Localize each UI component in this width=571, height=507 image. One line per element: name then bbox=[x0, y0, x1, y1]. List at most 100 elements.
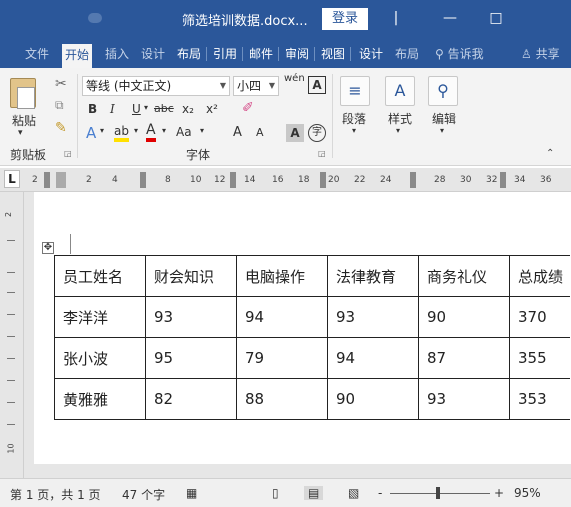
tab-insert[interactable]: 插入 bbox=[102, 43, 132, 65]
bold-button[interactable]: B bbox=[88, 102, 97, 116]
table-header-cell[interactable]: 法律教育 bbox=[327, 255, 419, 297]
tab-view[interactable]: 视图 bbox=[318, 43, 352, 65]
table-cell[interactable]: 370 bbox=[509, 296, 570, 338]
enclose-char-button[interactable]: 字 bbox=[308, 124, 326, 142]
table-header-cell[interactable]: 电脑操作 bbox=[236, 255, 328, 297]
table-cell[interactable]: 353 bbox=[509, 378, 570, 420]
table-header-cell[interactable]: 总成绩 bbox=[509, 255, 570, 297]
paragraph-icon[interactable]: ≡ bbox=[340, 76, 370, 106]
table-cell[interactable]: 82 bbox=[145, 378, 237, 420]
collapse-ribbon-icon[interactable]: ⌃ bbox=[546, 148, 554, 159]
table-cell[interactable]: 黄雅雅 bbox=[54, 378, 146, 420]
table-cell[interactable]: 93 bbox=[418, 378, 510, 420]
login-button[interactable]: 登录 bbox=[322, 8, 368, 30]
change-case-button[interactable]: Aa bbox=[176, 125, 192, 139]
table-cell[interactable]: 93 bbox=[145, 296, 237, 338]
paragraph-dropdown-icon[interactable]: ▾ bbox=[352, 126, 356, 135]
indent-marker[interactable] bbox=[56, 172, 66, 188]
font-name-select[interactable]: 等线 (中文正文) ▼ bbox=[82, 76, 230, 96]
italic-button[interactable]: I bbox=[110, 102, 115, 116]
font-size-select[interactable]: 小四 ▼ bbox=[233, 76, 279, 96]
document-area[interactable]: ✥ 员工姓名 财会知识 电脑操作 法律教育 商务礼仪 总成绩 李洋洋 93 94… bbox=[24, 192, 571, 478]
copy-icon[interactable]: ⧉ bbox=[55, 98, 64, 113]
tab-table-design[interactable]: 设计 bbox=[356, 43, 386, 65]
minimize-button[interactable]: — bbox=[440, 8, 460, 28]
superscript-button[interactable]: x² bbox=[206, 102, 218, 116]
web-layout-icon[interactable]: ▧ bbox=[348, 486, 359, 500]
shrink-font-button[interactable]: A bbox=[256, 126, 264, 139]
table-header-cell[interactable]: 员工姓名 bbox=[54, 255, 146, 297]
table-header-cell[interactable]: 商务礼仪 bbox=[418, 255, 510, 297]
styles-button-label[interactable]: 样式 bbox=[388, 110, 412, 127]
strikethrough-button[interactable]: abc bbox=[154, 102, 174, 115]
paste-dropdown-icon[interactable]: ▾ bbox=[18, 128, 23, 138]
table-cell[interactable]: 87 bbox=[418, 337, 510, 379]
tab-table-layout[interactable]: 布局 bbox=[392, 43, 422, 65]
format-painter-icon[interactable]: ✎ bbox=[55, 120, 67, 136]
table-cell[interactable]: 95 bbox=[145, 337, 237, 379]
editing-dropdown-icon[interactable]: ▾ bbox=[440, 126, 444, 135]
table-cell[interactable]: 张小波 bbox=[54, 337, 146, 379]
table-cell[interactable]: 79 bbox=[236, 337, 328, 379]
zoom-out-button[interactable]: - bbox=[378, 486, 382, 500]
highlight-dropdown-icon[interactable]: ▾ bbox=[134, 126, 138, 135]
page-count[interactable]: 第 1 页，共 1 页 bbox=[10, 486, 101, 503]
table-cell[interactable]: 94 bbox=[236, 296, 328, 338]
table-cell[interactable]: 李洋洋 bbox=[54, 296, 146, 338]
text-effects-button[interactable]: A bbox=[86, 124, 96, 142]
find-icon[interactable]: ⚲ bbox=[428, 76, 458, 106]
underline-button[interactable]: U bbox=[132, 102, 141, 116]
zoom-in-button[interactable]: + bbox=[494, 486, 504, 500]
zoom-level[interactable]: 95% bbox=[514, 486, 541, 500]
change-case-dropdown-icon[interactable]: ▾ bbox=[200, 126, 204, 135]
tab-layout[interactable]: 布局 bbox=[174, 43, 208, 65]
data-table[interactable]: 员工姓名 财会知识 电脑操作 法律教育 商务礼仪 总成绩 李洋洋 93 94 9… bbox=[54, 255, 570, 420]
tab-file[interactable]: 文件 bbox=[22, 43, 52, 65]
proofing-icon[interactable]: ▦ bbox=[186, 486, 197, 500]
word-count[interactable]: 47 个字 bbox=[122, 486, 165, 503]
tab-mailings[interactable]: 邮件 bbox=[246, 43, 280, 65]
maximize-button[interactable]: □ bbox=[486, 8, 506, 28]
tab-home[interactable]: 开始 bbox=[62, 44, 93, 68]
editing-button-label[interactable]: 编辑 bbox=[432, 110, 456, 127]
table-cell[interactable]: 93 bbox=[327, 296, 419, 338]
font-launcher-icon[interactable]: ◲ bbox=[318, 149, 326, 158]
quick-access-icon[interactable] bbox=[88, 13, 102, 23]
phonetic-guide-button[interactable]: wén bbox=[284, 73, 305, 84]
ruler-margin-marker[interactable] bbox=[44, 172, 50, 188]
font-color-button[interactable]: A bbox=[146, 122, 156, 142]
font-color-dropdown-icon[interactable]: ▾ bbox=[162, 126, 166, 135]
subscript-button[interactable]: x₂ bbox=[182, 102, 194, 116]
share-button[interactable]: ♙ 共享 bbox=[518, 43, 563, 65]
paste-button-label[interactable]: 粘贴 bbox=[12, 112, 36, 129]
column-marker[interactable] bbox=[320, 172, 326, 188]
clipboard-launcher-icon[interactable]: ◲ bbox=[64, 149, 72, 158]
styles-dropdown-icon[interactable]: ▾ bbox=[396, 126, 400, 135]
table-cell[interactable]: 94 bbox=[327, 337, 419, 379]
zoom-slider-track[interactable] bbox=[390, 493, 490, 494]
column-marker[interactable] bbox=[140, 172, 146, 188]
ribbon-display-icon[interactable]: | bbox=[386, 8, 406, 28]
clear-formatting-icon[interactable]: ✐ bbox=[242, 100, 254, 116]
table-header-cell[interactable]: 财会知识 bbox=[145, 255, 237, 297]
tell-me-search[interactable]: ⚲ 告诉我 bbox=[432, 43, 487, 65]
column-marker[interactable] bbox=[230, 172, 236, 188]
horizontal-ruler[interactable]: L 2 2 4 8 10 12 14 16 18 20 22 24 28 30 … bbox=[0, 168, 571, 192]
column-marker[interactable] bbox=[410, 172, 416, 188]
paragraph-button-label[interactable]: 段落 bbox=[342, 110, 366, 127]
tab-review[interactable]: 审阅 bbox=[282, 43, 316, 65]
tab-selector-button[interactable]: L bbox=[4, 170, 20, 188]
styles-icon[interactable]: A bbox=[385, 76, 415, 106]
text-effects-dropdown-icon[interactable]: ▾ bbox=[100, 126, 104, 135]
underline-dropdown-icon[interactable]: ▾ bbox=[144, 103, 148, 112]
highlight-button[interactable]: ab bbox=[114, 124, 129, 142]
tab-design[interactable]: 设计 bbox=[138, 43, 168, 65]
table-cell[interactable]: 90 bbox=[327, 378, 419, 420]
table-move-handle-icon[interactable]: ✥ bbox=[42, 242, 54, 254]
paste-icon[interactable] bbox=[10, 78, 36, 109]
read-mode-icon[interactable]: ▯ bbox=[272, 486, 279, 500]
column-marker[interactable] bbox=[500, 172, 506, 188]
zoom-slider-thumb[interactable] bbox=[436, 487, 440, 499]
table-cell[interactable]: 88 bbox=[236, 378, 328, 420]
tab-references[interactable]: 引用 bbox=[210, 43, 244, 65]
